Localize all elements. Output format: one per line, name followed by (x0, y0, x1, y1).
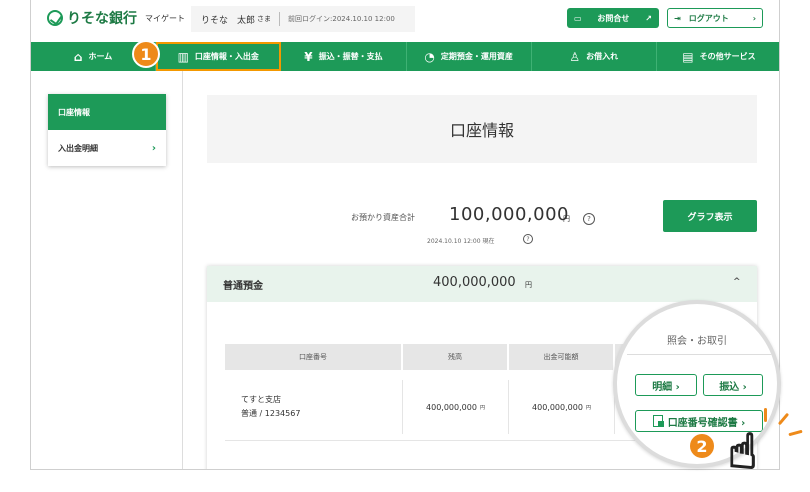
branch-name: てすと支店 (241, 395, 281, 404)
graph-button[interactable]: グラフ表示 (663, 200, 757, 232)
table-row: てすと支店 普通 / 1234567 400,000,000 円 400,000,… (225, 380, 615, 434)
statement-button[interactable]: 明細 › (635, 374, 697, 396)
chevron-right-icon: › (151, 142, 156, 154)
sidebar-menu: 口座情報 入出金明細 › (48, 94, 166, 166)
bank-icon: ▥ (177, 49, 189, 64)
column-header: 口座番号 (225, 344, 401, 370)
piggy-bank-icon: ◔ (424, 49, 435, 64)
balance-cell: 400,000,000 円 (403, 380, 509, 434)
inquiry-button[interactable]: ▭ お問合せ ↗ (567, 8, 659, 28)
document-icon: ▤ (682, 49, 694, 64)
as-of-timestamp: 2024.10.10 12:00 現在 (427, 238, 495, 245)
logo-text: りそな銀行 (67, 11, 137, 27)
logout-label: ログアウト (688, 13, 729, 23)
chat-icon: ▭ (574, 13, 582, 23)
balance-value: 400,000,000 (426, 402, 477, 412)
available-cell: 400,000,000 円 (509, 380, 615, 434)
account-number: 普通 / 1234567 (241, 409, 301, 418)
nav-account-info[interactable]: ▥ 口座情報・入出金 (156, 42, 282, 71)
user-info: りそな 太郎 さま 前回ログイン:2024.10.10 12:00 (191, 6, 415, 32)
total-assets-label: お預かり資産合計 (351, 213, 415, 222)
balance-unit: 円 (479, 404, 485, 411)
nav-label: 定期預金・運用資産 (440, 52, 513, 61)
header: りそな銀行 マイゲート りそな 太郎 さま 前回ログイン:2024.10.10 … (31, 0, 779, 42)
tap-spark (788, 429, 803, 437)
logo[interactable]: りそな銀行 マイゲート (47, 8, 185, 28)
user-name: りそな 太郎 (201, 15, 256, 26)
logo-icon (47, 10, 63, 26)
tap-spark (764, 408, 767, 422)
available-unit: 円 (585, 404, 591, 411)
sidebar-item-account-info[interactable]: 口座情報 (48, 94, 166, 130)
account-amount: 400,000,000 (433, 275, 516, 290)
column-header: 残高 (403, 344, 507, 370)
nav-label: その他サービス (699, 52, 756, 61)
divider (627, 354, 777, 355)
logo-subtitle: マイゲート (145, 13, 185, 23)
help-icon[interactable]: ? (523, 234, 533, 244)
account-name-cell: てすと支店 普通 / 1234567 (225, 380, 403, 434)
account-unit: 円 (525, 281, 532, 289)
home-icon: ⌂ (73, 49, 83, 64)
person-icon: ♙ (569, 49, 581, 64)
yen-icon: ¥ (304, 49, 313, 64)
user-honorific: さま (257, 15, 272, 23)
chevron-right-icon: › (752, 13, 756, 23)
total-assets-value: 100,000,000 (449, 204, 570, 225)
nav-transfer[interactable]: ¥ 振込・振替・支払 (281, 42, 407, 71)
total-assets-unit: 円 (563, 215, 570, 223)
step-2-badge: 2 (688, 432, 716, 460)
nav-label: ホーム (88, 52, 113, 61)
transfer-button[interactable]: 振込 › (703, 374, 763, 396)
divider (279, 12, 281, 26)
available-value: 400,000,000 (532, 402, 583, 412)
nav-deposit[interactable]: ◔ 定期預金・運用資産 (407, 42, 532, 71)
sidebar: 口座情報 入出金明細 › (31, 71, 183, 469)
sidebar-item-label: 口座情報 (58, 107, 90, 117)
inquiry-label: お問合せ (597, 13, 630, 23)
collapse-icon[interactable]: ^ (733, 277, 741, 287)
logout-icon: ⇥ (674, 13, 681, 23)
document-icon (652, 415, 664, 427)
step-1-badge: 1 (132, 40, 160, 68)
external-link-icon: ↗ (645, 13, 652, 23)
pointing-hand-icon: ☝ (727, 424, 758, 480)
sidebar-item-label: 入出金明細 (58, 143, 98, 153)
page-title: 口座情報 (207, 95, 757, 163)
account-type: 普通預金 (223, 280, 263, 292)
sidebar-item-statement[interactable]: 入出金明細 › (48, 130, 166, 166)
nav-label: お借入れ (586, 52, 619, 61)
nav-label: 振込・振替・支払 (318, 52, 383, 61)
account-header[interactable]: 普通預金 400,000,000 円 ^ (207, 266, 757, 302)
column-header: 出金可能額 (509, 344, 613, 370)
transactions-title: 照会・お取引 (667, 336, 727, 347)
nav-loan[interactable]: ♙ お借入れ (532, 42, 657, 71)
help-icon[interactable]: ? (583, 213, 595, 225)
nav-other[interactable]: ▤ その他サービス (657, 42, 779, 71)
logout-button[interactable]: ⇥ ログアウト › (667, 8, 763, 28)
nav-label: 口座情報・入出金 (194, 52, 259, 61)
last-login: 前回ログイン:2024.10.10 12:00 (288, 15, 395, 23)
